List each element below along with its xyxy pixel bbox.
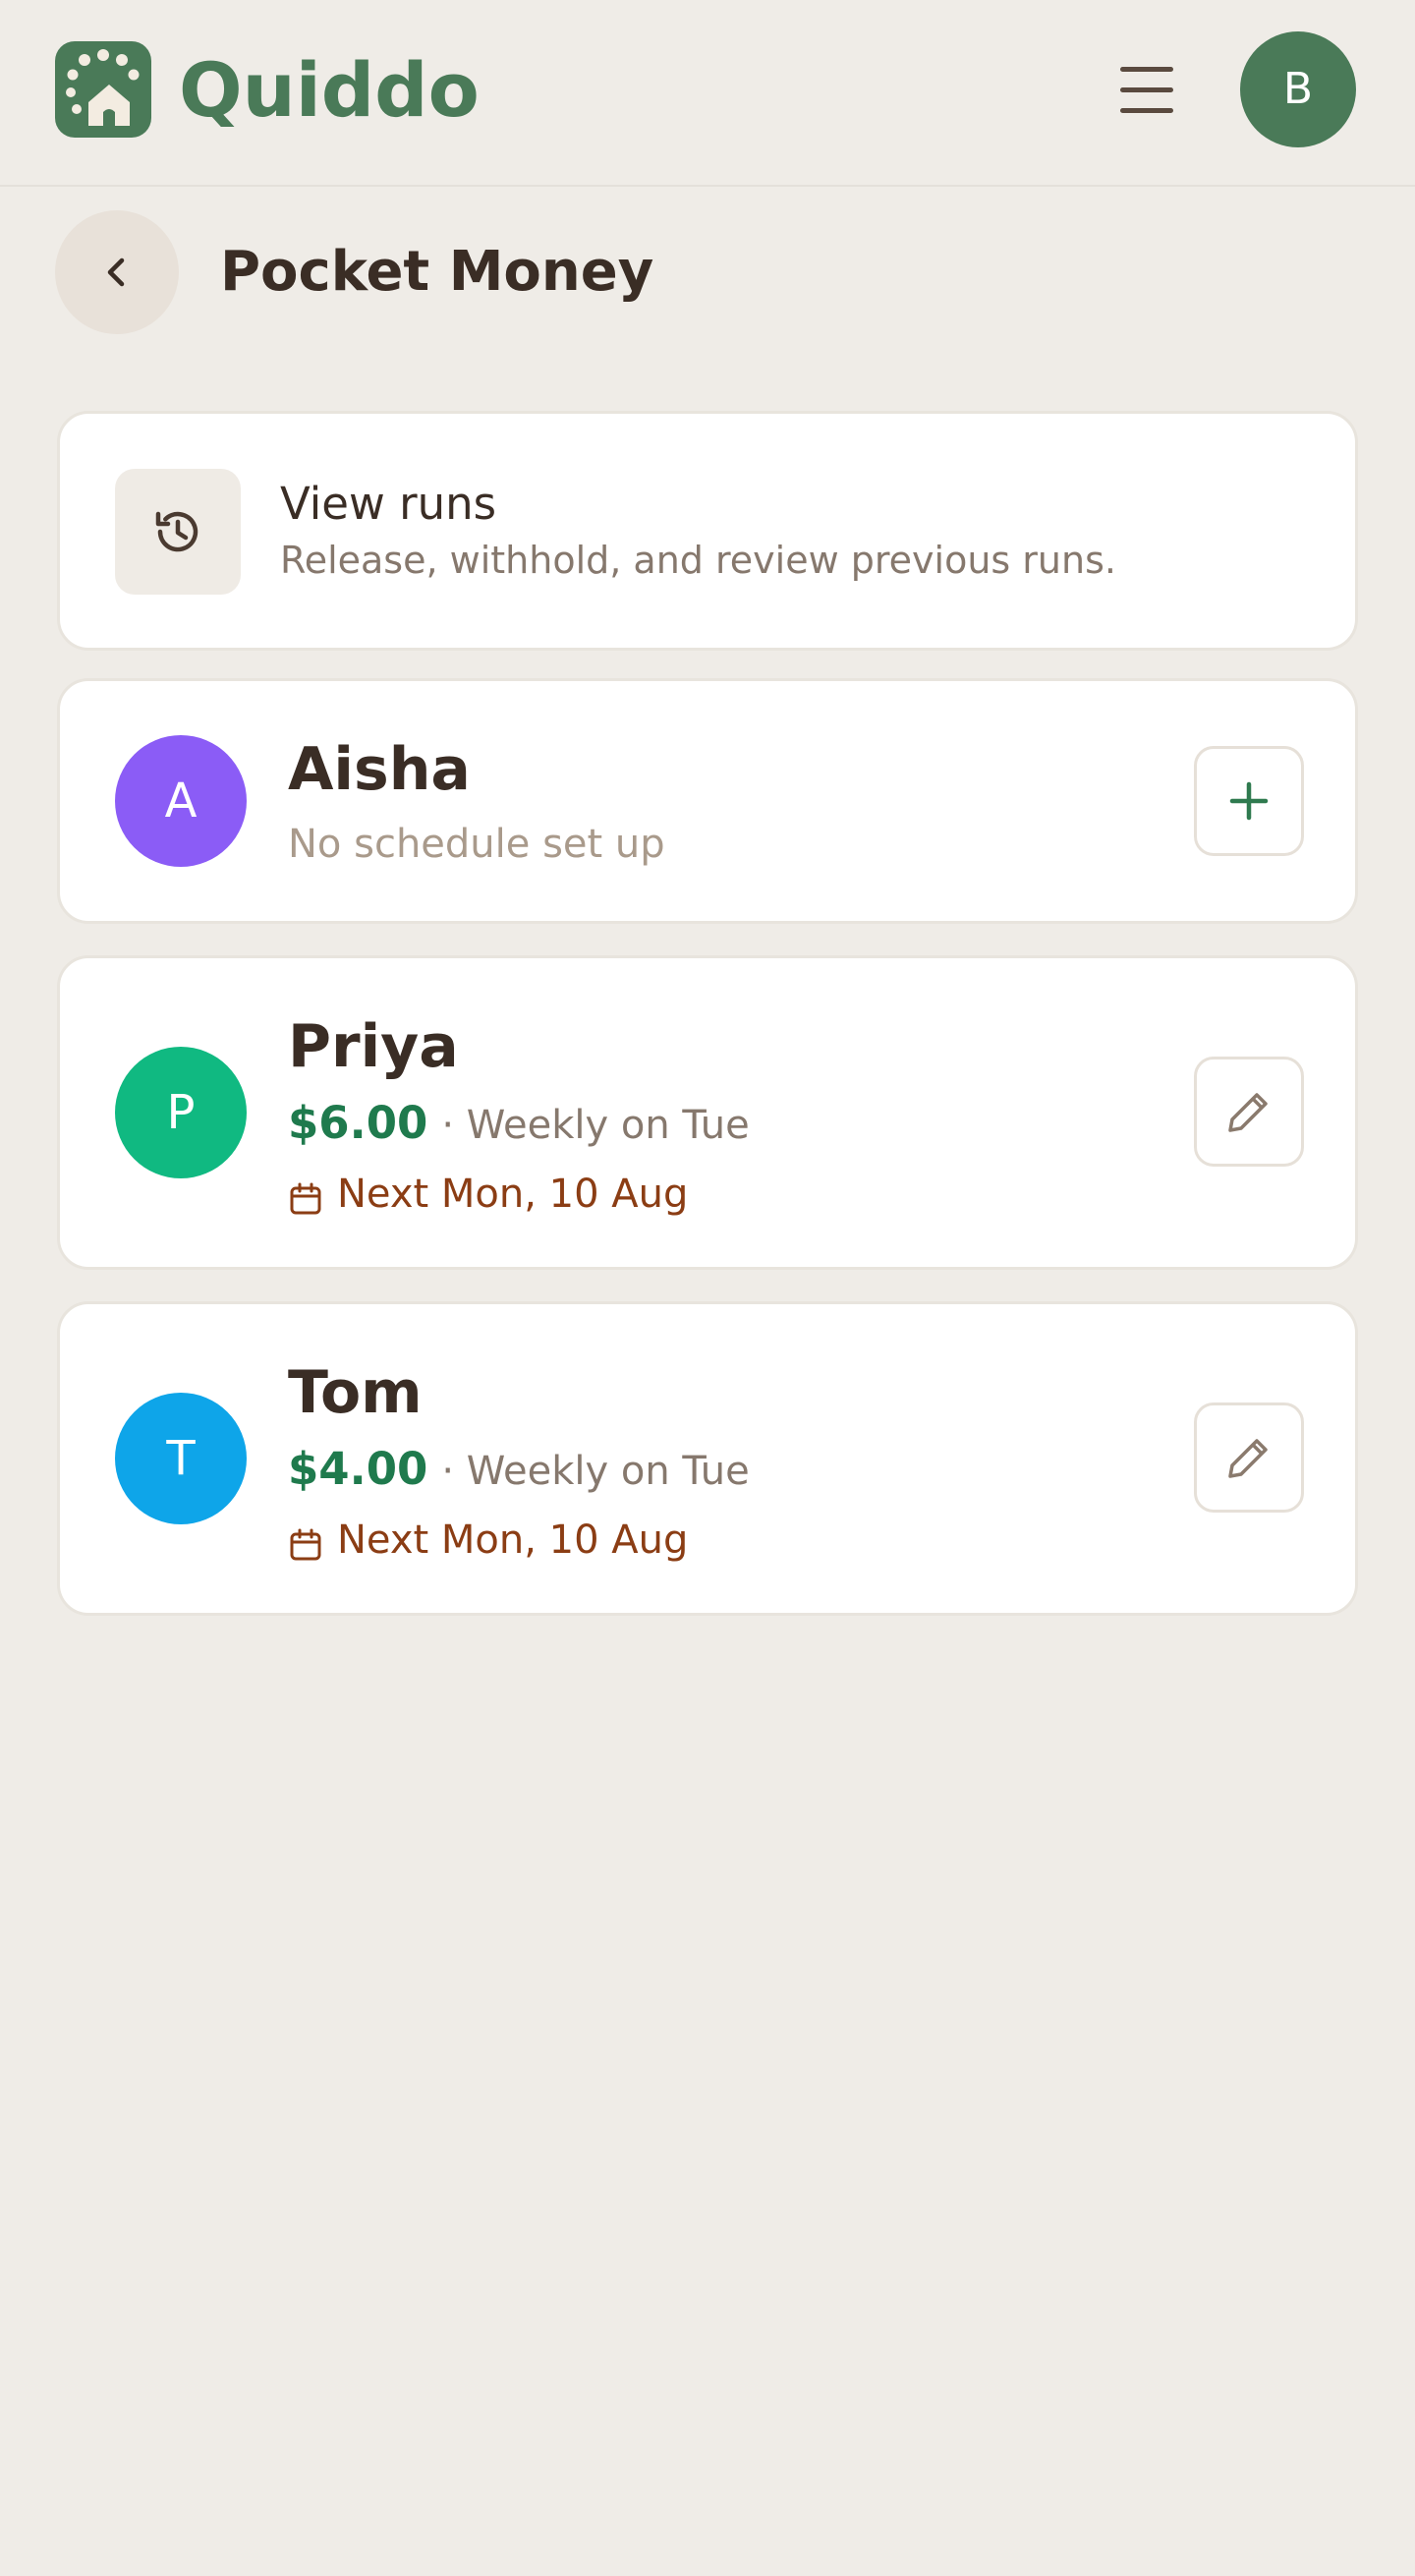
child-card-aisha: A Aisha No schedule set up: [57, 678, 1358, 924]
view-runs-card[interactable]: View runs Release, withhold, and review …: [57, 411, 1358, 651]
calendar-icon: [290, 1182, 321, 1214]
view-runs-title: View runs: [280, 478, 497, 530]
frequency: · Weekly on Tue: [441, 1449, 750, 1494]
hamburger-menu-icon[interactable]: [1110, 57, 1183, 122]
child-card-tom: T Tom $4.00 · Weekly on Tue Next Mon, 10 …: [57, 1301, 1358, 1616]
brand-name[interactable]: Quiddo: [179, 43, 480, 138]
amount: $6.00: [288, 1097, 428, 1149]
child-name: Tom: [288, 1358, 423, 1427]
edit-schedule-button[interactable]: [1194, 1402, 1304, 1513]
amount: $4.00: [288, 1443, 428, 1495]
plus-icon: [1229, 781, 1269, 821]
edit-schedule-button[interactable]: [1194, 1057, 1304, 1167]
pencil-icon: [1228, 1439, 1268, 1478]
child-card-priya: P Priya $6.00 · Weekly on Tue Next Mon, 1…: [57, 955, 1358, 1270]
schedule-summary: $4.00 · Weekly on Tue: [288, 1440, 750, 1499]
next-payment-date: Next Mon, 10 Aug: [337, 1517, 689, 1563]
next-payment-date: Next Mon, 10 Aug: [337, 1172, 689, 1217]
child-avatar: P: [115, 1047, 247, 1178]
next-payment: Next Mon, 10 Aug: [288, 1513, 688, 1568]
child-avatar: A: [115, 735, 247, 867]
child-name: Priya: [288, 1012, 459, 1081]
page-title: Pocket Money: [220, 240, 654, 304]
add-schedule-button[interactable]: [1194, 746, 1304, 856]
back-button[interactable]: [55, 210, 179, 334]
child-avatar: T: [115, 1393, 247, 1524]
frequency: · Weekly on Tue: [441, 1103, 750, 1148]
child-name: Aisha: [288, 735, 471, 804]
pencil-icon: [1228, 1093, 1268, 1132]
view-runs-subtitle: Release, withhold, and review previous r…: [280, 539, 1116, 582]
schedule-status: No schedule set up: [288, 822, 665, 867]
app-header: Quiddo B: [0, 0, 1415, 187]
schedule-summary: $6.00 · Weekly on Tue: [288, 1094, 750, 1153]
history-icon: [115, 469, 241, 595]
next-payment: Next Mon, 10 Aug: [288, 1167, 688, 1222]
house-dots-icon[interactable]: [55, 41, 151, 138]
user-avatar[interactable]: B: [1240, 31, 1356, 147]
chevron-left-icon: [107, 258, 125, 287]
calendar-icon: [290, 1528, 321, 1560]
